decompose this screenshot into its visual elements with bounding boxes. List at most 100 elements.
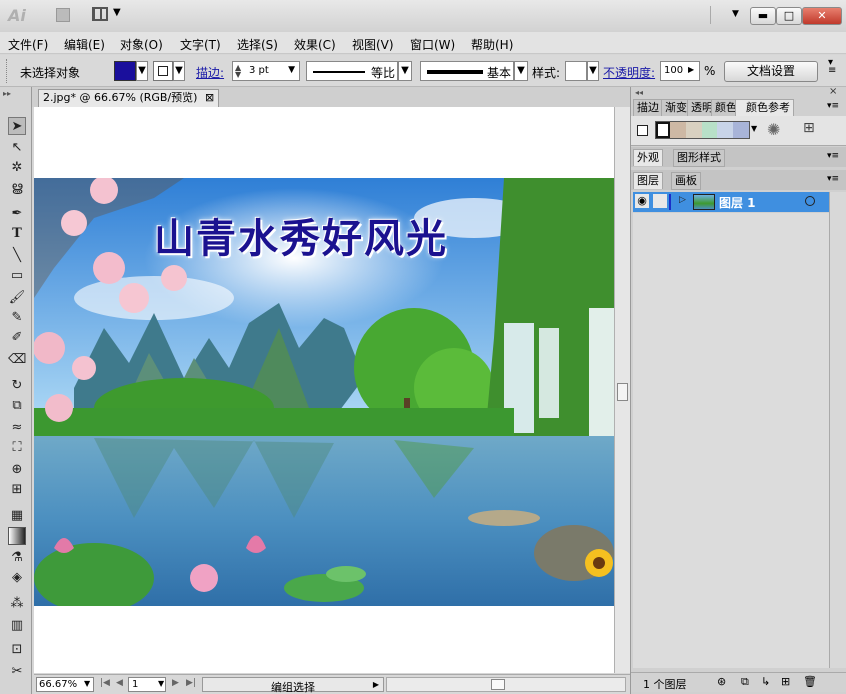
- lasso-icon[interactable]: ൠ: [8, 179, 26, 197]
- column-graph-icon[interactable]: ▥: [8, 617, 26, 635]
- chevron-down-icon[interactable]: ▼: [514, 61, 528, 81]
- previous-page-icon[interactable]: ◀: [116, 678, 123, 688]
- panel-menu-icon[interactable]: ▾≡: [828, 58, 836, 76]
- scroll-thumb[interactable]: [617, 383, 628, 401]
- lock-toggle[interactable]: [653, 194, 667, 208]
- pen-icon[interactable]: ✒: [8, 205, 26, 223]
- menu-object[interactable]: 对象(O): [120, 36, 163, 53]
- collapse-icon[interactable]: ▸▸: [3, 89, 11, 98]
- perspective-icon[interactable]: ⊞: [8, 481, 26, 499]
- pencil-icon[interactable]: ✎: [8, 309, 26, 327]
- menu-file[interactable]: 文件(F): [8, 36, 48, 53]
- gradient-icon[interactable]: [8, 527, 26, 545]
- rectangle-icon[interactable]: ▭: [8, 267, 26, 285]
- type-icon[interactable]: T: [8, 225, 26, 243]
- stroke-swatch[interactable]: [153, 61, 173, 81]
- make-clipping-mask-icon[interactable]: ⧉: [741, 675, 749, 689]
- vertical-scrollbar[interactable]: [614, 107, 630, 673]
- tab-artboards[interactable]: 画板: [671, 172, 701, 190]
- fill-swatch[interactable]: [114, 61, 136, 81]
- menu-help[interactable]: 帮助(H): [471, 36, 513, 53]
- next-page-icon[interactable]: ▶: [172, 678, 179, 688]
- chevron-right-icon[interactable]: ▶: [688, 65, 694, 74]
- layers-scrollbar[interactable]: [829, 192, 846, 668]
- graphic-style-swatch[interactable]: [565, 61, 587, 81]
- menu-type[interactable]: 文字(T): [180, 36, 221, 53]
- artwork-headline[interactable]: 山青水秀好风光: [154, 206, 448, 264]
- locate-object-icon[interactable]: ⊛: [717, 675, 726, 688]
- line-icon[interactable]: ╲: [8, 247, 26, 265]
- current-tool-status[interactable]: 编组选择 ▶: [202, 677, 384, 694]
- bridge-icon[interactable]: [56, 8, 70, 22]
- stroke-label[interactable]: 描边:: [196, 64, 224, 81]
- workspace-switcher-icon[interactable]: ▼: [732, 9, 739, 19]
- base-color-swatch[interactable]: [637, 125, 648, 136]
- tab-stroke[interactable]: 描边: [633, 99, 663, 117]
- close-icon[interactable]: ×: [829, 86, 837, 97]
- panel-menu-icon[interactable]: ▾≡: [827, 174, 839, 184]
- chevron-down-icon[interactable]: ▼: [158, 679, 164, 688]
- mesh-icon[interactable]: ▦: [8, 507, 26, 525]
- warp-icon[interactable]: ≈: [8, 419, 26, 437]
- magic-wand-icon[interactable]: ✲: [8, 159, 26, 177]
- scroll-thumb[interactable]: [491, 679, 505, 690]
- target-icon[interactable]: [805, 196, 815, 206]
- layer-name[interactable]: 图层 1: [719, 194, 756, 211]
- expand-triangle-icon[interactable]: ▷: [679, 195, 686, 205]
- last-page-icon[interactable]: ▶|: [186, 678, 196, 688]
- document-tab[interactable]: 2.jpg* @ 66.67% (RGB/预览) ⊠: [38, 89, 220, 107]
- menu-select[interactable]: 选择(S): [237, 36, 278, 53]
- shape-builder-icon[interactable]: ⊕: [8, 461, 26, 479]
- stroke-weight-field[interactable]: ▲ ▼ 3 pt ▼: [232, 61, 300, 81]
- chevron-down-icon[interactable]: ▼: [587, 61, 599, 81]
- chevron-down-icon[interactable]: ▼: [173, 61, 185, 81]
- harmony-swatch-strip[interactable]: [655, 121, 750, 139]
- panel-menu-icon[interactable]: ▾≡: [827, 151, 839, 161]
- paintbrush-icon[interactable]: 🖌: [8, 289, 26, 307]
- blob-brush-icon[interactable]: ✐: [8, 329, 26, 347]
- menu-edit[interactable]: 编辑(E): [64, 36, 105, 53]
- scale-icon[interactable]: ⧉: [8, 397, 26, 415]
- symbol-sprayer-icon[interactable]: ⁂: [8, 595, 26, 613]
- document-setup-button[interactable]: 文档设置: [724, 61, 818, 82]
- delete-layer-icon[interactable]: 🗑: [803, 675, 817, 688]
- new-swatch-group-icon[interactable]: ⊞: [803, 120, 815, 136]
- layer-row[interactable]: ◉ ▷ 图层 1: [633, 192, 829, 212]
- slice-icon[interactable]: ✂: [8, 663, 26, 681]
- opacity-label[interactable]: 不透明度:: [603, 64, 655, 81]
- eraser-icon[interactable]: ⌫: [8, 351, 26, 369]
- variable-width-profile[interactable]: 等比: [306, 61, 398, 81]
- panel-menu-icon[interactable]: ▾≡: [827, 101, 839, 111]
- menu-window[interactable]: 窗口(W): [410, 36, 455, 53]
- edit-colors-icon[interactable]: ✺: [767, 120, 780, 139]
- eyedropper-icon[interactable]: ⚗: [8, 549, 26, 567]
- maximize-button[interactable]: □: [776, 7, 802, 25]
- artboard-image[interactable]: 山青水秀好风光: [34, 178, 614, 606]
- tab-color-guide[interactable]: 颜色参考: [735, 99, 794, 116]
- new-sublayer-icon[interactable]: ↳: [761, 675, 770, 688]
- selection-arrow-icon[interactable]: ➤: [8, 117, 26, 135]
- minimize-button[interactable]: ▬: [750, 7, 776, 25]
- chevron-down-icon[interactable]: ▼: [398, 61, 412, 81]
- canvas[interactable]: 山青水秀好风光: [34, 107, 614, 673]
- expand-icon[interactable]: ◂◂: [635, 88, 643, 97]
- artboard-icon[interactable]: ⊡: [8, 641, 26, 659]
- chevron-down-icon[interactable]: ▼: [113, 7, 121, 18]
- new-layer-icon[interactable]: ⊞: [781, 675, 790, 688]
- tab-appearance[interactable]: 外观: [633, 149, 663, 166]
- free-transform-icon[interactable]: ⛶: [8, 439, 26, 457]
- first-page-icon[interactable]: |◀: [100, 678, 110, 688]
- rotate-icon[interactable]: ↻: [8, 377, 26, 395]
- blend-icon[interactable]: ◈: [8, 569, 26, 587]
- close-tab-icon[interactable]: ⊠: [205, 91, 214, 104]
- chevron-down-icon[interactable]: ▼: [136, 61, 148, 81]
- menu-view[interactable]: 视图(V): [352, 36, 394, 53]
- horizontal-scrollbar[interactable]: [386, 677, 626, 692]
- direct-select-icon[interactable]: ↖: [8, 139, 26, 157]
- brush-definition[interactable]: 基本: [420, 61, 514, 81]
- chevron-down-icon[interactable]: ▼: [751, 124, 757, 133]
- arrange-documents-icon[interactable]: [92, 7, 108, 21]
- chevron-down-icon[interactable]: ▼: [84, 679, 90, 688]
- close-button[interactable]: ✕: [802, 7, 842, 25]
- menu-effect[interactable]: 效果(C): [294, 36, 336, 53]
